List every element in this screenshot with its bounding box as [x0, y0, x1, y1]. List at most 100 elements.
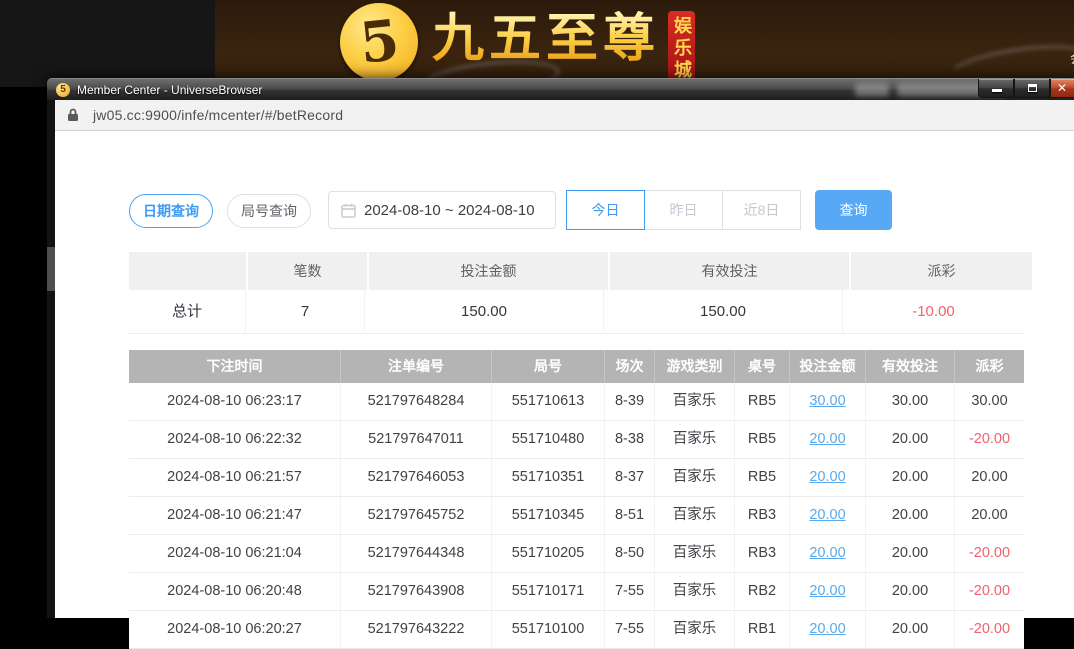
- nav-link[interactable]: 会员中心: [1070, 51, 1074, 66]
- cell-table-no: RB5: [735, 459, 790, 496]
- cell-game-type: 百家乐: [655, 535, 735, 572]
- bet-column-header: 派彩: [955, 350, 1024, 383]
- cell-valid-bet: 20.00: [866, 421, 955, 458]
- cell-bet-id: 521797644348: [341, 535, 492, 572]
- search-button[interactable]: 查询: [815, 190, 892, 230]
- cell-bet-amount[interactable]: 30.00: [790, 383, 866, 420]
- bet-column-header: 桌号: [735, 350, 790, 383]
- close-button[interactable]: ✕: [1050, 79, 1074, 98]
- cell-table-no: RB2: [735, 573, 790, 610]
- cell-game-type: 百家乐: [655, 497, 735, 534]
- window-frame-notch: [47, 247, 55, 291]
- quick-range-group: 今日 昨日 近8日: [566, 190, 801, 230]
- cell-session: 7-55: [605, 573, 655, 610]
- cell-table-no: RB5: [735, 421, 790, 458]
- cell-bet-amount[interactable]: 20.00: [790, 535, 866, 572]
- summary-total-row: 总计 7 150.00 150.00 -10.00: [129, 290, 1024, 334]
- cell-bet-amount[interactable]: 20.00: [790, 573, 866, 610]
- cell-table-no: RB3: [735, 535, 790, 572]
- cell-session: 8-39: [605, 383, 655, 420]
- favicon-icon: 5: [56, 83, 70, 97]
- date-range-value: 2024-08-10 ~ 2024-08-10: [364, 202, 535, 219]
- bet-record-table: 下注时间注单编号局号场次游戏类别桌号投注金额有效投注派彩 2024-08-10 …: [129, 350, 1024, 649]
- cell-session: 7-55: [605, 611, 655, 648]
- cell-bet-id: 521797648284: [341, 383, 492, 420]
- summary-payout: -10.00: [843, 290, 1024, 333]
- cell-bet-time: 2024-08-10 06:23:17: [129, 383, 341, 420]
- address-bar[interactable]: jw05.cc:9900/infe/mcenter/#/betRecord: [55, 100, 1074, 131]
- cell-bet-time: 2024-08-10 06:22:32: [129, 421, 341, 458]
- cell-bet-id: 521797643908: [341, 573, 492, 610]
- cell-bet-time: 2024-08-10 06:20:48: [129, 573, 341, 610]
- summary-column-header: 笔数: [248, 252, 367, 290]
- window-titlebar[interactable]: 5 Member Center - UniverseBrowser ✕: [47, 78, 1074, 100]
- cell-bet-amount[interactable]: 20.00: [790, 497, 866, 534]
- cell-bet-id: 521797646053: [341, 459, 492, 496]
- site-header: 5 九五至尊 娱乐城 会员中心|线上存款|线上取款|一: [0, 0, 1074, 87]
- summary-label: 总计: [129, 290, 246, 333]
- cell-session: 8-38: [605, 421, 655, 458]
- site-logo: 5 九五至尊 娱乐城: [340, 3, 695, 87]
- quick-range-8days[interactable]: 近8日: [722, 190, 801, 230]
- cell-valid-bet: 20.00: [866, 573, 955, 610]
- bet-column-header: 有效投注: [866, 350, 955, 383]
- quick-range-today[interactable]: 今日: [566, 190, 645, 230]
- logo-glyph: 5: [357, 12, 402, 72]
- cell-bet-amount[interactable]: 20.00: [790, 611, 866, 648]
- page-content: 日期查询 局号查询 2024-08-10 ~ 2024-08-10 今日 昨日 …: [55, 131, 1074, 618]
- cell-valid-bet: 20.00: [866, 611, 955, 648]
- maximize-button[interactable]: [1014, 79, 1050, 98]
- bet-table-header-row: 下注时间注单编号局号场次游戏类别桌号投注金额有效投注派彩: [129, 350, 1024, 383]
- logo-circle-icon: 5: [340, 3, 418, 81]
- cell-session: 8-37: [605, 459, 655, 496]
- cell-payout: -20.00: [955, 611, 1024, 648]
- lock-icon: [67, 108, 79, 122]
- window-frame-left: [47, 100, 55, 618]
- cell-bet-amount[interactable]: 20.00: [790, 459, 866, 496]
- cell-session: 8-51: [605, 497, 655, 534]
- cell-round-id: 551710351: [492, 459, 605, 496]
- table-row: 2024-08-10 06:21:04521797644348551710205…: [129, 535, 1024, 573]
- bet-column-header: 游戏类别: [655, 350, 735, 383]
- close-icon: ✕: [1057, 81, 1067, 95]
- table-row: 2024-08-10 06:20:48521797643908551710171…: [129, 573, 1024, 611]
- cell-round-id: 551710205: [492, 535, 605, 572]
- site-header-background: 5 九五至尊 娱乐城 会员中心|线上存款|线上取款|一: [215, 0, 1074, 87]
- bet-column-header: 投注金额: [790, 350, 866, 383]
- cell-valid-bet: 30.00: [866, 383, 955, 420]
- bet-column-header: 场次: [605, 350, 655, 383]
- cell-game-type: 百家乐: [655, 459, 735, 496]
- round-query-button[interactable]: 局号查询: [227, 194, 311, 228]
- table-row: 2024-08-10 06:21:57521797646053551710351…: [129, 459, 1024, 497]
- maximize-icon: [1028, 84, 1037, 92]
- cell-game-type: 百家乐: [655, 573, 735, 610]
- cell-bet-amount[interactable]: 20.00: [790, 421, 866, 458]
- quick-range-yesterday[interactable]: 昨日: [644, 190, 723, 230]
- date-range-input[interactable]: 2024-08-10 ~ 2024-08-10: [328, 191, 556, 229]
- cell-session: 8-50: [605, 535, 655, 572]
- minimize-icon: [992, 89, 1002, 92]
- summary-column-header: 派彩: [851, 252, 1032, 290]
- cell-valid-bet: 20.00: [866, 459, 955, 496]
- cell-payout: 30.00: [955, 383, 1024, 420]
- cell-bet-id: 521797645752: [341, 497, 492, 534]
- cell-bet-time: 2024-08-10 06:21:47: [129, 497, 341, 534]
- url-text[interactable]: jw05.cc:9900/infe/mcenter/#/betRecord: [93, 107, 343, 123]
- window-controls: ✕: [978, 79, 1074, 98]
- summary-column-header: [129, 252, 246, 290]
- cell-round-id: 551710613: [492, 383, 605, 420]
- minimize-button[interactable]: [978, 79, 1014, 98]
- cell-bet-id: 521797643222: [341, 611, 492, 648]
- cell-round-id: 551710480: [492, 421, 605, 458]
- window-title: Member Center - UniverseBrowser: [77, 83, 262, 97]
- date-query-button[interactable]: 日期查询: [129, 194, 213, 228]
- cell-game-type: 百家乐: [655, 383, 735, 420]
- cell-bet-id: 521797647011: [341, 421, 492, 458]
- cell-payout: 20.00: [955, 459, 1024, 496]
- table-row: 2024-08-10 06:22:32521797647011551710480…: [129, 421, 1024, 459]
- cell-table-no: RB3: [735, 497, 790, 534]
- table-row: 2024-08-10 06:23:17521797648284551710613…: [129, 383, 1024, 421]
- table-row: 2024-08-10 06:21:47521797645752551710345…: [129, 497, 1024, 535]
- bet-column-header: 局号: [492, 350, 605, 383]
- summary-bet-amount: 150.00: [365, 290, 604, 333]
